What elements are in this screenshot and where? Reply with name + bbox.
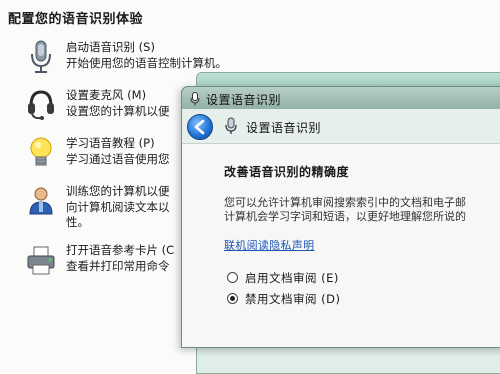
task-description: 学习通过语音使用您 [66, 152, 170, 166]
dialog-navigation-bar: 设置语音识别 [182, 109, 500, 144]
task-description-continued: 性。 [66, 215, 89, 229]
task-description: 开始使用您的语音控制计算机。 [66, 56, 227, 70]
task-link[interactable]: 设置麦克风 (M) [66, 87, 146, 103]
arrow-left-icon [194, 119, 205, 135]
lightbulb-icon [26, 136, 56, 168]
microphone-icon [190, 91, 200, 110]
task-description: 向计算机阅读文本以 [66, 200, 170, 214]
nav-title: 设置语音识别 [246, 121, 322, 135]
panel-title: 配置您的语音识别体验 [8, 12, 144, 27]
task-description: 查看并打印常用命令 [66, 259, 170, 273]
radio-button-selected[interactable] [227, 293, 238, 304]
description-line: 您可以允许计算机审阅搜索索引中的文档和电子邮 [224, 196, 466, 209]
user-icon [26, 184, 56, 216]
dialog-titlebar[interactable]: 设置语音识别 [182, 87, 500, 109]
dialog-content: 改善语音识别的精确度 您可以允许计算机审阅搜索索引中的文档和电子邮 计算机会学习… [182, 144, 500, 347]
background-window-titlebar [197, 73, 500, 87]
description-text: 您可以允许计算机审阅搜索索引中的文档和电子邮 计算机会学习字词和短语，以更好地理… [224, 196, 500, 224]
speech-setup-dialog: 设置语音识别 设置语音识别 改善语音识别的精确度 您可以允许计算机审阅搜索索引中… [181, 86, 500, 348]
option-label: 禁用文档审阅 (D) [245, 292, 341, 306]
description-line: 计算机会学习字词和短语，以更好地理解您所说的 [224, 210, 466, 223]
privacy-statement-link[interactable]: 联机阅读隐私声明 [224, 237, 314, 253]
headset-icon [26, 88, 56, 120]
back-button[interactable] [187, 114, 213, 140]
printer-icon [26, 243, 56, 275]
task-link[interactable]: 训练您的计算机以便 [66, 183, 170, 199]
enable-document-review-option[interactable]: 启用文档审阅 (E) [227, 270, 339, 286]
radio-button[interactable] [227, 272, 238, 283]
microphone-icon [26, 40, 56, 73]
task-link[interactable]: 打开语音参考卡片 (C [66, 242, 174, 258]
microphone-icon [224, 117, 238, 139]
task-description: 设置您的计算机以便 [66, 104, 170, 118]
disable-document-review-option[interactable]: 禁用文档审阅 (D) [227, 291, 340, 307]
task-link[interactable]: 学习语音教程 (P) [66, 135, 155, 151]
dialog-title: 设置语音识别 [206, 93, 282, 107]
option-label: 启用文档审阅 (E) [245, 271, 339, 285]
section-heading: 改善语音识别的精确度 [224, 165, 350, 179]
task-link[interactable]: 启动语音识别 (S) [66, 39, 155, 55]
